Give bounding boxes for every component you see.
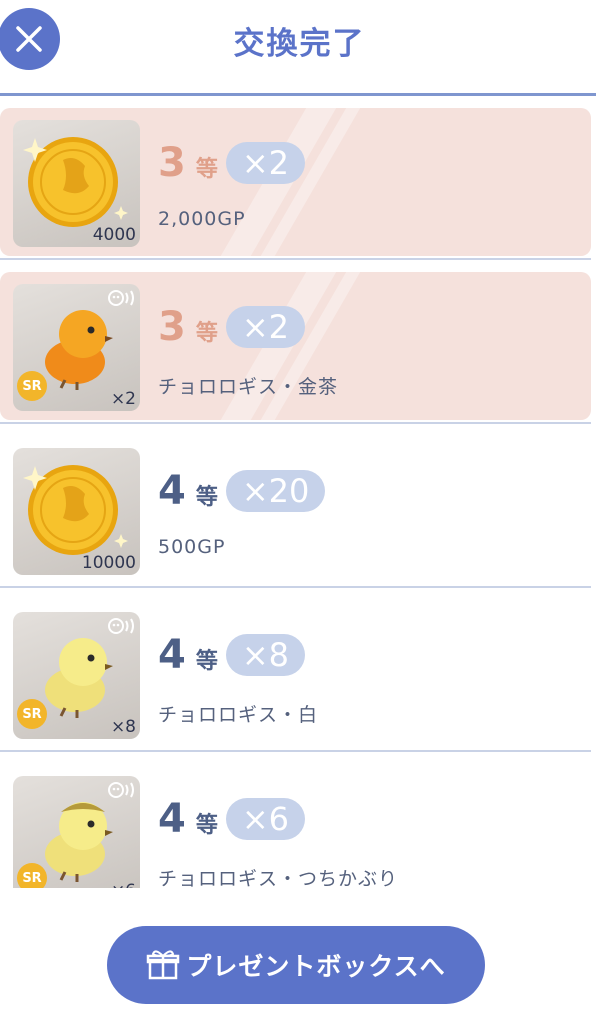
thumb-count: 10000 bbox=[81, 553, 136, 573]
item-thumbnail: 4000 bbox=[13, 120, 140, 247]
rank-number: 4 bbox=[158, 796, 186, 842]
item-name: 2,000GP bbox=[158, 208, 246, 230]
item-thumbnail: 10000 bbox=[13, 448, 140, 575]
rank-unit: 等 bbox=[195, 813, 218, 838]
item-thumbnail: SR ×2 bbox=[13, 284, 140, 411]
rank-label: 3 等 ×2 bbox=[158, 304, 306, 350]
rank-number: 3 bbox=[158, 304, 186, 350]
page-title: 交換完了 bbox=[233, 26, 366, 62]
multiplier-badge: ×2 bbox=[225, 306, 306, 348]
reward-list[interactable]: 4000 3 等 ×2 2,000GP SR ×2 3 等 ×2 チョロロギス・… bbox=[0, 96, 599, 888]
multiplier-badge: ×6 bbox=[225, 798, 306, 840]
sound-icon bbox=[106, 780, 136, 804]
rank-unit: 等 bbox=[195, 485, 218, 510]
item-name: チョロロギス・白 bbox=[158, 704, 319, 726]
reward-row: SR ×8 4 等 ×8 チョロロギス・白 bbox=[0, 588, 599, 752]
reward-row: 10000 4 等 ×20 500GP bbox=[0, 424, 599, 588]
sound-icon bbox=[106, 616, 136, 640]
rank-unit: 等 bbox=[195, 321, 218, 346]
thumb-count: 4000 bbox=[92, 225, 136, 245]
rank-label: 4 等 ×6 bbox=[158, 796, 306, 842]
reward-row: 4000 3 等 ×2 2,000GP bbox=[0, 96, 599, 260]
rank-number: 4 bbox=[158, 632, 186, 678]
item-name: チョロロギス・つちかぶり bbox=[158, 868, 399, 888]
rarity-badge: SR bbox=[17, 371, 47, 401]
item-name: 500GP bbox=[158, 536, 226, 558]
rarity-badge: SR bbox=[17, 863, 47, 888]
gift-icon bbox=[147, 950, 180, 980]
multiplier-badge: ×2 bbox=[225, 142, 306, 184]
thumb-count: ×2 bbox=[110, 389, 136, 409]
rank-label: 3 等 ×2 bbox=[158, 140, 306, 186]
thumb-count: ×8 bbox=[110, 717, 136, 737]
rank-unit: 等 bbox=[195, 649, 218, 674]
item-thumbnail: SR ×6 bbox=[13, 776, 140, 888]
multiplier-badge: ×8 bbox=[225, 634, 306, 676]
reward-row: SR ×6 4 等 ×6 チョロロギス・つちかぶり bbox=[0, 752, 599, 888]
item-thumbnail: SR ×8 bbox=[13, 612, 140, 739]
thumb-count: ×6 bbox=[111, 881, 136, 888]
present-box-button-label: プレゼントボックスへ bbox=[186, 952, 446, 981]
rank-label: 4 等 ×8 bbox=[158, 632, 306, 678]
rank-number: 3 bbox=[158, 140, 186, 186]
item-name: チョロロギス・金茶 bbox=[158, 376, 339, 398]
sound-icon bbox=[106, 288, 136, 312]
reward-row: SR ×2 3 等 ×2 チョロロギス・金茶 bbox=[0, 260, 599, 424]
rarity-badge: SR bbox=[17, 699, 47, 729]
rank-unit: 等 bbox=[195, 157, 218, 182]
rank-number: 4 bbox=[158, 468, 186, 514]
header: 交換完了 bbox=[0, 0, 599, 96]
multiplier-badge: ×20 bbox=[225, 470, 326, 512]
present-box-button[interactable]: プレゼントボックスへ bbox=[107, 926, 485, 1004]
rank-label: 4 等 ×20 bbox=[158, 468, 326, 514]
